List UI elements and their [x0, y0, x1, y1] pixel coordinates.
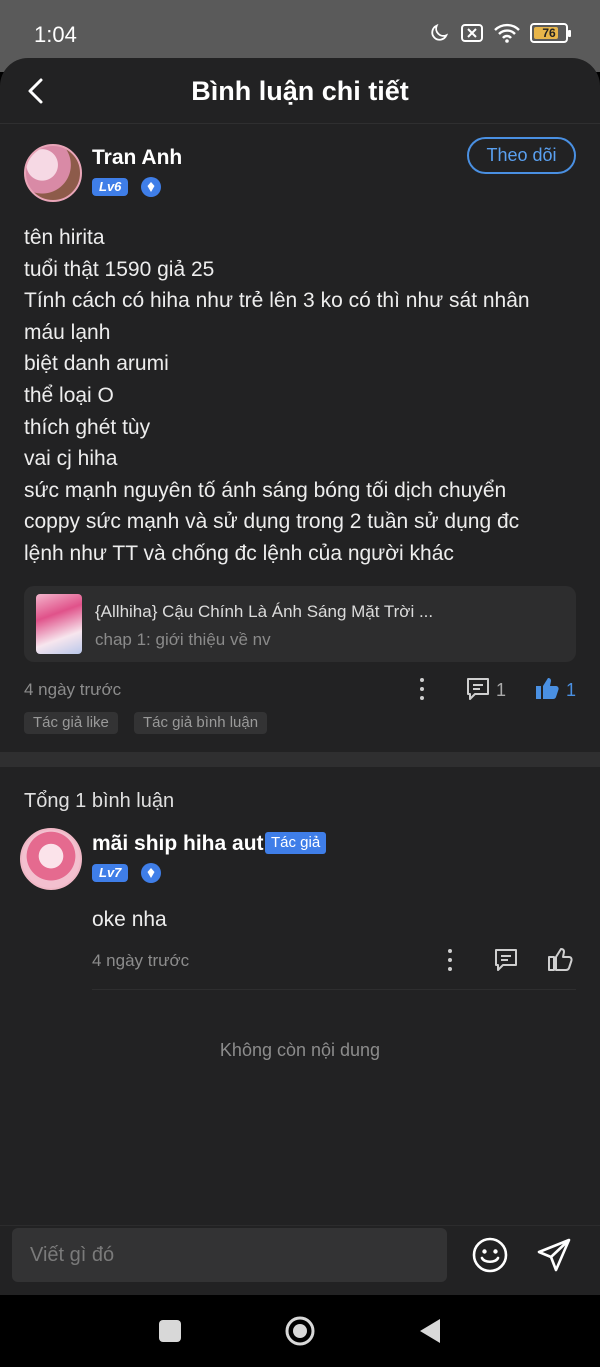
comment-input[interactable] — [12, 1228, 447, 1282]
content-line: tuổi thật 1590 giả 25 — [24, 257, 215, 281]
content-line: lệnh như TT và chống đc lệnh của người k… — [24, 541, 454, 565]
comment-detail-sheet: Bình luận chi tiết Tran Anh Lv6 Theo dõi… — [0, 58, 600, 1295]
reply-level-badge: Lv7 — [92, 864, 129, 882]
story-card[interactable]: {Allhiha} Cậu Chính Là Ánh Sáng Mặt Trời… — [24, 586, 576, 662]
like-icon[interactable] — [534, 675, 560, 701]
reply-text: oke nha — [92, 908, 167, 931]
replies-total: Tổng 1 bình luận — [24, 790, 175, 812]
battery-level: 76 — [542, 26, 556, 40]
tag-author-comment: Tác giả bình luận — [134, 712, 268, 734]
reply-username[interactable]: mãi ship hiha aut — [92, 832, 264, 856]
avatar[interactable] — [24, 144, 82, 202]
tag-author-like: Tác giả like — [24, 712, 118, 734]
content-line: thích ghét tùy — [24, 415, 151, 439]
header: Bình luận chi tiết — [0, 58, 600, 124]
wifi-icon — [494, 23, 520, 43]
reply-time: 4 ngày trước — [92, 951, 190, 970]
content-line: Tính cách có hiha như trẻ lên 3 ko có th… — [24, 289, 530, 313]
content-line: vai cj hiha — [24, 447, 118, 471]
like-count: 1 — [566, 680, 577, 700]
reply-separator — [92, 989, 576, 990]
nav-home-icon[interactable] — [284, 1315, 316, 1347]
author-badge: Tác giả — [265, 832, 327, 854]
moon-icon — [431, 23, 449, 41]
status-icons: 76 — [428, 22, 571, 44]
reply-comment-icon[interactable] — [493, 947, 519, 973]
emoji-icon[interactable] — [471, 1236, 509, 1274]
story-cover — [36, 594, 82, 654]
page-title: Bình luận chi tiết — [191, 76, 409, 106]
content-line: sức mạnh nguyên tố ánh sáng bóng tối dịc… — [24, 478, 507, 502]
section-divider — [0, 752, 600, 767]
story-chapter: chap 1: giới thiệu về nv — [95, 630, 271, 649]
sim-icon — [461, 24, 483, 42]
level-badge: Lv6 — [92, 178, 129, 196]
shield-icon — [141, 177, 161, 197]
comment-icon[interactable] — [465, 676, 491, 702]
end-of-content: Không còn nội dung — [219, 1040, 381, 1060]
content-line: tên hirita — [24, 226, 105, 249]
reply-like-icon[interactable] — [547, 946, 573, 972]
reply-avatar[interactable] — [20, 828, 82, 890]
content-line: thể loại O — [24, 383, 114, 407]
more-icon[interactable] — [419, 678, 425, 700]
shield-icon — [141, 863, 161, 883]
send-icon[interactable] — [535, 1236, 573, 1274]
post-username[interactable]: Tran Anh — [92, 146, 182, 170]
reply-more-icon[interactable] — [447, 949, 453, 971]
status-time: 1:04 — [34, 22, 77, 47]
comment-count: 1 — [496, 680, 507, 700]
nav-square-icon[interactable] — [159, 1320, 181, 1342]
follow-button[interactable]: Theo dõi — [467, 137, 576, 174]
post-content: tên hirita tuổi thật 1590 giả 25 Tính cá… — [24, 222, 576, 570]
content-line: máu lạnh — [24, 320, 111, 344]
content-line: coppy sức mạnh và sử dụng trong 2 tuần s… — [24, 510, 520, 534]
system-nav-bar — [0, 1295, 600, 1367]
story-title: {Allhiha} Cậu Chính Là Ánh Sáng Mặt Trời… — [95, 602, 434, 621]
post-time: 4 ngày trước — [24, 680, 122, 699]
battery-icon: 76 — [530, 23, 571, 43]
nav-back-icon[interactable] — [418, 1317, 442, 1345]
content-line: biệt danh arumi — [24, 352, 169, 376]
